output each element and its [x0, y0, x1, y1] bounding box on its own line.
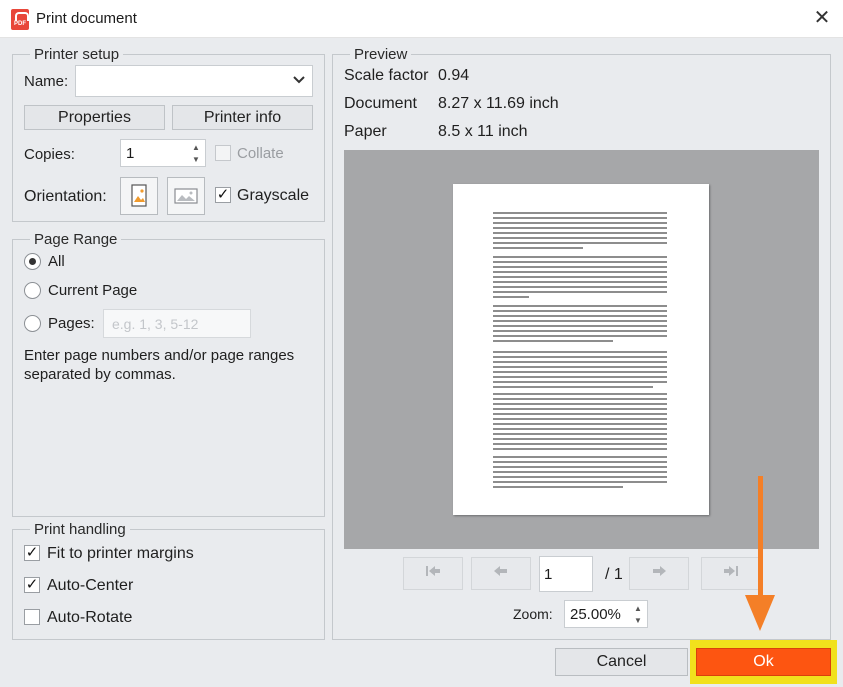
document-size-label: Document: [344, 95, 417, 112]
zoom-spinner[interactable]: 25.00% ▲ ▼: [564, 600, 648, 628]
copies-spinner[interactable]: 1 ▲ ▼: [120, 139, 206, 167]
auto-rotate-checkbox[interactable]: [24, 609, 40, 625]
total-pages-label: / 1: [605, 566, 623, 583]
radio-all[interactable]: [24, 253, 41, 270]
printer-name-label: Name:: [24, 73, 69, 90]
properties-button[interactable]: Properties: [24, 105, 165, 130]
fit-margins-label: Fit to printer margins: [47, 545, 194, 562]
pdf-app-icon: PDF: [11, 9, 29, 30]
scale-factor-value: 0.94: [438, 67, 470, 84]
current-page-input[interactable]: 1: [539, 556, 593, 592]
zoom-label: Zoom:: [513, 606, 553, 622]
radio-pages[interactable]: [24, 315, 41, 332]
window-title: Print document: [36, 10, 137, 27]
scale-factor-label: Scale factor: [344, 67, 429, 84]
copies-value: 1: [126, 145, 135, 162]
paper-size-value: 8.5 x 11 inch: [438, 123, 528, 140]
radio-pages-label: Pages:: [48, 315, 95, 332]
radio-current-page-label: Current Page: [48, 282, 138, 299]
previous-page-button[interactable]: [471, 557, 531, 590]
spin-up-icon[interactable]: ▲: [190, 142, 202, 153]
printer-setup-legend: Printer setup: [34, 46, 120, 63]
preview-page: [453, 184, 709, 515]
spin-down-icon[interactable]: ▼: [190, 154, 202, 165]
current-page-value: 1: [544, 566, 553, 583]
portrait-orientation-button[interactable]: [120, 177, 158, 215]
first-page-icon: [426, 566, 440, 576]
page-range-hint: Enter page numbers and/or page ranges se…: [24, 347, 295, 383]
annotation-arrow-icon: [745, 595, 775, 631]
last-page-button[interactable]: [701, 557, 761, 590]
zoom-value: 25.00%: [570, 606, 621, 623]
print-preview-area: [344, 150, 819, 549]
auto-center-checkbox[interactable]: ✓: [24, 577, 40, 593]
previous-page-icon: [494, 566, 507, 576]
next-page-icon: [653, 566, 666, 576]
auto-rotate-label: Auto-Rotate: [47, 609, 133, 626]
orientation-label: Orientation:: [24, 188, 107, 205]
paper-size-label: Paper: [344, 123, 387, 140]
document-size-value: 8.27 x 11.69 inch: [438, 95, 559, 112]
page-range-legend: Page Range: [34, 231, 118, 248]
grayscale-checkbox[interactable]: ✓: [215, 187, 231, 203]
copies-label: Copies:: [24, 146, 75, 163]
close-icon[interactable]: ✕: [808, 6, 836, 32]
printer-name-select[interactable]: [75, 65, 313, 97]
first-page-button[interactable]: [403, 557, 463, 590]
pages-input-placeholder: e.g. 1, 3, 5-12: [112, 316, 199, 332]
annotation-arrow-shaft: [758, 476, 763, 601]
print-handling-legend: Print handling: [34, 521, 126, 538]
page-text-thumbnail: [493, 212, 667, 488]
landscape-icon: [174, 188, 198, 204]
preview-legend: Preview: [354, 46, 408, 63]
pages-input[interactable]: e.g. 1, 3, 5-12: [103, 309, 251, 338]
printer-info-button[interactable]: Printer info: [172, 105, 313, 130]
zoom-down-icon[interactable]: ▼: [632, 615, 644, 626]
ok-button[interactable]: Ok: [696, 648, 831, 676]
cancel-button[interactable]: Cancel: [555, 648, 688, 676]
portrait-icon: [131, 184, 147, 207]
title-bar: PDF Print document ✕: [0, 0, 843, 38]
grayscale-label: Grayscale: [237, 187, 310, 204]
auto-center-label: Auto-Center: [47, 577, 134, 594]
last-page-icon: [724, 566, 738, 576]
fit-margins-checkbox[interactable]: ✓: [24, 545, 40, 561]
zoom-up-icon[interactable]: ▲: [632, 603, 644, 614]
radio-current-page[interactable]: [24, 282, 41, 299]
landscape-orientation-button[interactable]: [167, 177, 205, 215]
radio-all-label: All: [48, 253, 65, 270]
chevron-down-icon: [291, 73, 307, 89]
collate-checkbox[interactable]: [215, 145, 231, 161]
next-page-button[interactable]: [629, 557, 689, 590]
collate-label: Collate: [237, 145, 284, 162]
